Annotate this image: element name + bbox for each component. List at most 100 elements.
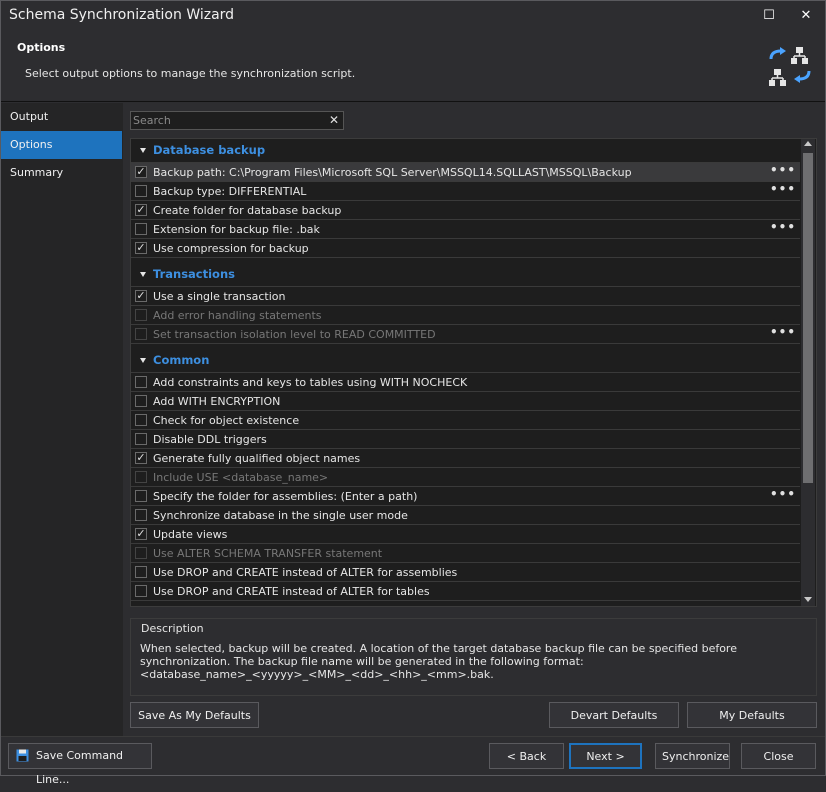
option-label: Update views bbox=[153, 528, 228, 541]
option-checkbox[interactable] bbox=[135, 490, 147, 502]
option-row[interactable]: Add constraints and keys to tables using… bbox=[131, 373, 800, 392]
group-header-transactions[interactable]: Transactions bbox=[131, 263, 800, 287]
option-label: Backup path: C:\Program Files\Microsoft … bbox=[153, 166, 632, 179]
option-row: Set transaction isolation level to READ … bbox=[131, 325, 800, 344]
option-label: Include USE <database_name> bbox=[153, 471, 329, 484]
option-row[interactable]: ✓ Use a single transaction bbox=[131, 287, 800, 306]
scrollbar-thumb[interactable] bbox=[803, 153, 813, 483]
options-scrollbar[interactable] bbox=[801, 139, 815, 606]
option-row[interactable]: Disable DDL triggers bbox=[131, 430, 800, 449]
sidebar-item-summary[interactable]: Summary bbox=[1, 159, 122, 187]
option-row[interactable]: Specify the folder for assemblies: (Ente… bbox=[131, 487, 800, 506]
more-options-icon[interactable]: ••• bbox=[770, 182, 796, 196]
option-checkbox[interactable] bbox=[135, 433, 147, 445]
option-row[interactable]: ✓ Create folder for database backup bbox=[131, 201, 800, 220]
option-checkbox[interactable] bbox=[135, 395, 147, 407]
collapse-arrow-icon[interactable] bbox=[140, 358, 146, 363]
my-defaults-button[interactable]: My Defaults bbox=[687, 702, 817, 728]
option-row[interactable]: ✓ Backup path: C:\Program Files\Microsof… bbox=[131, 163, 800, 182]
option-label: Add constraints and keys to tables using… bbox=[153, 376, 468, 389]
option-label: Disable DDL triggers bbox=[153, 433, 267, 446]
wizard-sidebar: Output Options Summary bbox=[1, 103, 123, 736]
option-checkbox[interactable] bbox=[135, 185, 147, 197]
close-window-button[interactable]: ✕ bbox=[794, 6, 818, 26]
option-row[interactable]: ✓ Update views bbox=[131, 525, 800, 544]
search-input[interactable] bbox=[133, 113, 323, 128]
description-panel: Description When selected, backup will b… bbox=[130, 618, 817, 696]
collapse-arrow-icon[interactable] bbox=[140, 148, 146, 153]
option-checkbox[interactable] bbox=[135, 566, 147, 578]
more-options-icon[interactable]: ••• bbox=[770, 163, 796, 177]
schema-sync-icon bbox=[769, 47, 811, 86]
option-row[interactable]: ✓ Use compression for backup bbox=[131, 239, 800, 258]
group-header-database-backup[interactable]: Database backup bbox=[131, 139, 800, 163]
option-label: Use DROP and CREATE instead of ALTER for… bbox=[153, 585, 430, 598]
title-bar: Schema Synchronization Wizard ☐ ✕ bbox=[1, 1, 825, 31]
option-checkbox[interactable]: ✓ bbox=[135, 290, 147, 302]
option-row: Include USE <database_name> bbox=[131, 468, 800, 487]
option-label: Generate fully qualified object names bbox=[153, 452, 361, 465]
group-header-common[interactable]: Common bbox=[131, 349, 800, 373]
options-grid: Database backup ✓ Backup path: C:\Progra… bbox=[130, 138, 817, 607]
option-row: Add error handling statements bbox=[131, 306, 800, 325]
clear-search-icon[interactable]: ✕ bbox=[329, 113, 339, 128]
option-label: Use ALTER SCHEMA TRANSFER statement bbox=[153, 547, 383, 560]
option-label: Synchronize database in the single user … bbox=[153, 509, 408, 522]
option-row[interactable]: Use DROP and CREATE instead of ALTER for… bbox=[131, 582, 800, 601]
option-checkbox bbox=[135, 309, 147, 321]
option-row[interactable]: Check for object existence bbox=[131, 411, 800, 430]
option-label: Use compression for backup bbox=[153, 242, 309, 255]
option-checkbox[interactable] bbox=[135, 223, 147, 235]
option-label: Add WITH ENCRYPTION bbox=[153, 395, 281, 408]
option-row[interactable]: Use DROP and CREATE instead of ALTER for… bbox=[131, 563, 800, 582]
group-label: Database backup bbox=[153, 143, 266, 157]
save-command-line-label: Save Command Line... bbox=[36, 749, 124, 786]
search-box: ✕ bbox=[130, 111, 344, 130]
page-subtitle: Select output options to manage the sync… bbox=[25, 67, 356, 80]
option-checkbox[interactable]: ✓ bbox=[135, 528, 147, 540]
save-as-my-defaults-button[interactable]: Save As My Defaults bbox=[130, 702, 259, 728]
option-label: Add error handling statements bbox=[153, 309, 322, 322]
option-checkbox[interactable]: ✓ bbox=[135, 452, 147, 464]
option-checkbox[interactable] bbox=[135, 376, 147, 388]
close-button[interactable]: Close bbox=[741, 743, 816, 769]
devart-defaults-button[interactable]: Devart Defaults bbox=[549, 702, 679, 728]
scroll-down-icon[interactable] bbox=[804, 597, 812, 602]
option-row[interactable]: Synchronize database in the single user … bbox=[131, 506, 800, 525]
option-checkbox[interactable]: ✓ bbox=[135, 166, 147, 178]
more-options-icon[interactable]: ••• bbox=[770, 220, 796, 234]
maximize-button[interactable]: ☐ bbox=[757, 6, 781, 26]
option-label: Use a single transaction bbox=[153, 290, 286, 303]
sidebar-item-output[interactable]: Output bbox=[1, 103, 122, 131]
option-checkbox[interactable] bbox=[135, 509, 147, 521]
description-title: Description bbox=[141, 622, 204, 635]
collapse-arrow-icon[interactable] bbox=[140, 272, 146, 277]
option-row[interactable]: Add WITH ENCRYPTION bbox=[131, 392, 800, 411]
description-text: When selected, backup will be created. A… bbox=[140, 642, 737, 681]
option-checkbox[interactable]: ✓ bbox=[135, 242, 147, 254]
back-button[interactable]: < Back bbox=[489, 743, 564, 769]
save-icon bbox=[16, 749, 29, 762]
sidebar-item-options[interactable]: Options bbox=[1, 131, 122, 159]
option-row[interactable]: Extension for backup file: .bak ••• bbox=[131, 220, 800, 239]
sidebar-item-label: Options bbox=[10, 138, 53, 151]
more-options-icon[interactable]: ••• bbox=[770, 325, 796, 339]
more-options-icon[interactable]: ••• bbox=[770, 487, 796, 501]
option-label: Set transaction isolation level to READ … bbox=[153, 328, 436, 341]
group-label: Common bbox=[153, 353, 210, 367]
group-label: Transactions bbox=[153, 267, 235, 281]
option-checkbox[interactable] bbox=[135, 414, 147, 426]
sidebar-item-label: Summary bbox=[10, 166, 64, 179]
scroll-up-icon[interactable] bbox=[804, 141, 812, 146]
option-row[interactable]: Backup type: DIFFERENTIAL ••• bbox=[131, 182, 800, 201]
option-row[interactable]: ✓ Generate fully qualified object names bbox=[131, 449, 800, 468]
option-checkbox[interactable]: ✓ bbox=[135, 204, 147, 216]
wizard-header: Options Select output options to manage … bbox=[1, 31, 825, 102]
next-button[interactable]: Next > bbox=[569, 743, 642, 769]
synchronize-button[interactable]: Synchronize bbox=[655, 743, 730, 769]
option-label: Backup type: DIFFERENTIAL bbox=[153, 185, 307, 198]
option-label: Specify the folder for assemblies: (Ente… bbox=[153, 490, 418, 503]
save-command-line-button[interactable]: Save Command Line... bbox=[8, 743, 152, 786]
option-checkbox bbox=[135, 547, 147, 559]
option-checkbox[interactable] bbox=[135, 585, 147, 597]
